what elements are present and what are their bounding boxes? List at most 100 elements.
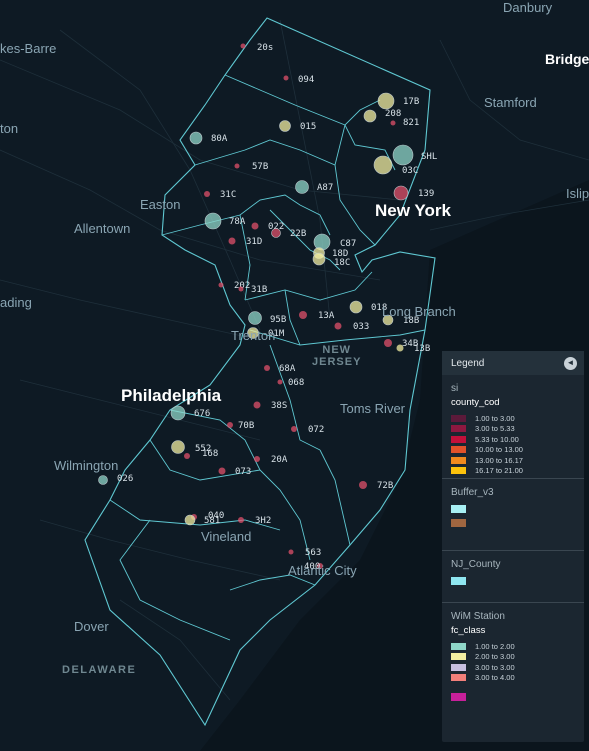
wim-station-marker[interactable] <box>359 481 367 489</box>
legend-color-swatch <box>451 663 466 671</box>
legend-range-label: 3.00 to 5.33 <box>475 424 515 434</box>
legend-swatch <box>451 505 466 513</box>
wim-station-label: 139 <box>418 189 434 199</box>
wim-station-label: 821 <box>403 118 419 128</box>
wim-station-label: 676 <box>194 409 210 419</box>
wim-station-marker[interactable] <box>396 344 404 352</box>
place-stamford-label: Stamford <box>484 95 537 110</box>
wim-station-marker[interactable] <box>218 282 224 288</box>
wim-station-marker[interactable] <box>234 163 240 169</box>
wim-station-marker[interactable] <box>189 131 203 145</box>
wim-station-marker[interactable] <box>228 237 236 245</box>
wim-station-label: 72B <box>377 481 393 491</box>
legend-row: 1.00 to 2.00 <box>451 641 575 652</box>
legend-header: Legend ◄ <box>442 351 584 375</box>
wim-station-label: 563 <box>305 548 321 558</box>
place-reading-label: ading <box>0 295 32 310</box>
wim-station-marker[interactable] <box>283 75 289 81</box>
place-atlantic-city-label: Atlantic City <box>288 563 357 578</box>
legend-range-label: 2.00 to 3.00 <box>475 652 515 662</box>
wim-station-label: 31D <box>246 237 262 247</box>
wim-station-marker[interactable] <box>264 365 270 371</box>
wim-station-label: C87 <box>340 239 356 249</box>
wim-station-marker[interactable] <box>240 43 246 49</box>
wim-station-label: 094 <box>298 75 314 85</box>
legend-layer-name: WiM Station <box>451 611 505 622</box>
wim-station-label: 68A <box>279 364 296 374</box>
wim-station-marker[interactable] <box>392 144 414 166</box>
wim-station-label: 22B <box>290 229 306 239</box>
wim-station-marker[interactable] <box>291 426 297 432</box>
wim-station-marker[interactable] <box>312 252 326 266</box>
wim-station-marker[interactable] <box>313 233 331 251</box>
wim-station-marker[interactable] <box>384 339 392 347</box>
wim-station-marker[interactable] <box>334 322 342 330</box>
wim-station-label: 31B <box>251 285 267 295</box>
wim-station-label: 073 <box>235 467 251 477</box>
legend-panel: Legend ◄ si county_cod 1.00 to 3.00 3.00 … <box>442 351 584 742</box>
wim-station-marker[interactable] <box>98 475 108 485</box>
legend-color-swatch <box>451 414 466 422</box>
legend-row: 10.00 to 13.00 <box>451 445 575 456</box>
wim-station-label: 70B <box>238 421 254 431</box>
legend-layer-name: Buffer_v3 <box>451 487 494 498</box>
legend-toggle-icon[interactable]: ◄ <box>564 356 577 370</box>
legend-swatch <box>451 693 466 701</box>
wim-station-marker[interactable] <box>248 311 262 325</box>
legend-field-name: county_cod <box>451 397 500 408</box>
place-danbury-label: Danbury <box>503 0 553 15</box>
wim-station-marker[interactable] <box>295 180 309 194</box>
wim-station-label: 015 <box>300 122 316 132</box>
wim-station-marker[interactable] <box>227 422 233 428</box>
place-scranton-label: ton <box>0 121 19 136</box>
wim-station-marker[interactable] <box>271 228 281 238</box>
wim-station-label: 03C <box>402 166 418 176</box>
legend-range-label: 1.00 to 3.00 <box>475 413 515 423</box>
wim-station-marker[interactable] <box>277 379 283 385</box>
wim-station-label: 57B <box>252 162 268 172</box>
wim-station-marker[interactable] <box>363 109 377 123</box>
wim-station-marker[interactable] <box>170 405 186 421</box>
wim-station-marker[interactable] <box>373 155 393 175</box>
wim-station-marker[interactable] <box>390 120 396 126</box>
wim-station-label: 17B <box>403 97 419 107</box>
legend-color-swatch <box>451 456 466 464</box>
wim-station-label: 026 <box>117 474 133 484</box>
wim-station-marker[interactable] <box>184 453 190 459</box>
wim-station-marker[interactable] <box>253 401 261 409</box>
wim-station-marker[interactable] <box>393 185 409 201</box>
wim-station-marker[interactable] <box>204 191 210 197</box>
wim-station-marker[interactable] <box>184 514 196 526</box>
wim-station-label: 20s <box>257 43 273 53</box>
wim-station-label: A87 <box>317 183 333 193</box>
legend-section-buffer: Buffer_v3 <box>442 479 584 551</box>
wim-station-label: 13B <box>414 344 430 354</box>
wim-station-label: 80A <box>211 134 228 144</box>
wim-station-marker[interactable] <box>279 120 291 132</box>
legend-color-swatch <box>451 467 466 475</box>
wim-station-marker[interactable] <box>218 467 226 475</box>
wim-station-marker[interactable] <box>288 549 294 555</box>
wim-station-marker[interactable] <box>299 311 307 319</box>
wim-station-marker[interactable] <box>171 440 185 454</box>
place-long-branch-label: Long Branch <box>382 304 456 319</box>
wim-station-label: 18C <box>334 258 350 268</box>
legend-row: 13.00 to 16.17 <box>451 455 575 466</box>
place-easton-label: Easton <box>140 197 181 212</box>
legend-section-si: si county_cod 1.00 to 3.00 3.00 to 5.33 5.… <box>442 375 584 479</box>
legend-section-wim: WiM Station fc_class 1.00 to 2.00 2.00 to… <box>442 603 584 713</box>
place-philadelphia-label: Philadelphia <box>121 386 222 405</box>
wim-station-marker[interactable] <box>349 300 363 314</box>
legend-range-label: 10.00 to 13.00 <box>475 445 523 455</box>
wim-station-marker[interactable] <box>254 456 260 462</box>
wim-station-marker[interactable] <box>251 222 259 230</box>
wim-station-marker[interactable] <box>238 517 244 523</box>
wim-station-marker[interactable] <box>377 92 395 110</box>
place-wilkes-barre-label: kes-Barre <box>0 41 57 56</box>
wim-station-label: 3H2 <box>255 516 271 526</box>
wim-station-marker[interactable] <box>204 212 222 230</box>
legend-row: 5.33 to 10.00 <box>451 434 575 445</box>
wim-station-marker[interactable] <box>238 286 244 292</box>
legend-swatch <box>451 519 466 527</box>
legend-color-swatch <box>451 674 466 682</box>
